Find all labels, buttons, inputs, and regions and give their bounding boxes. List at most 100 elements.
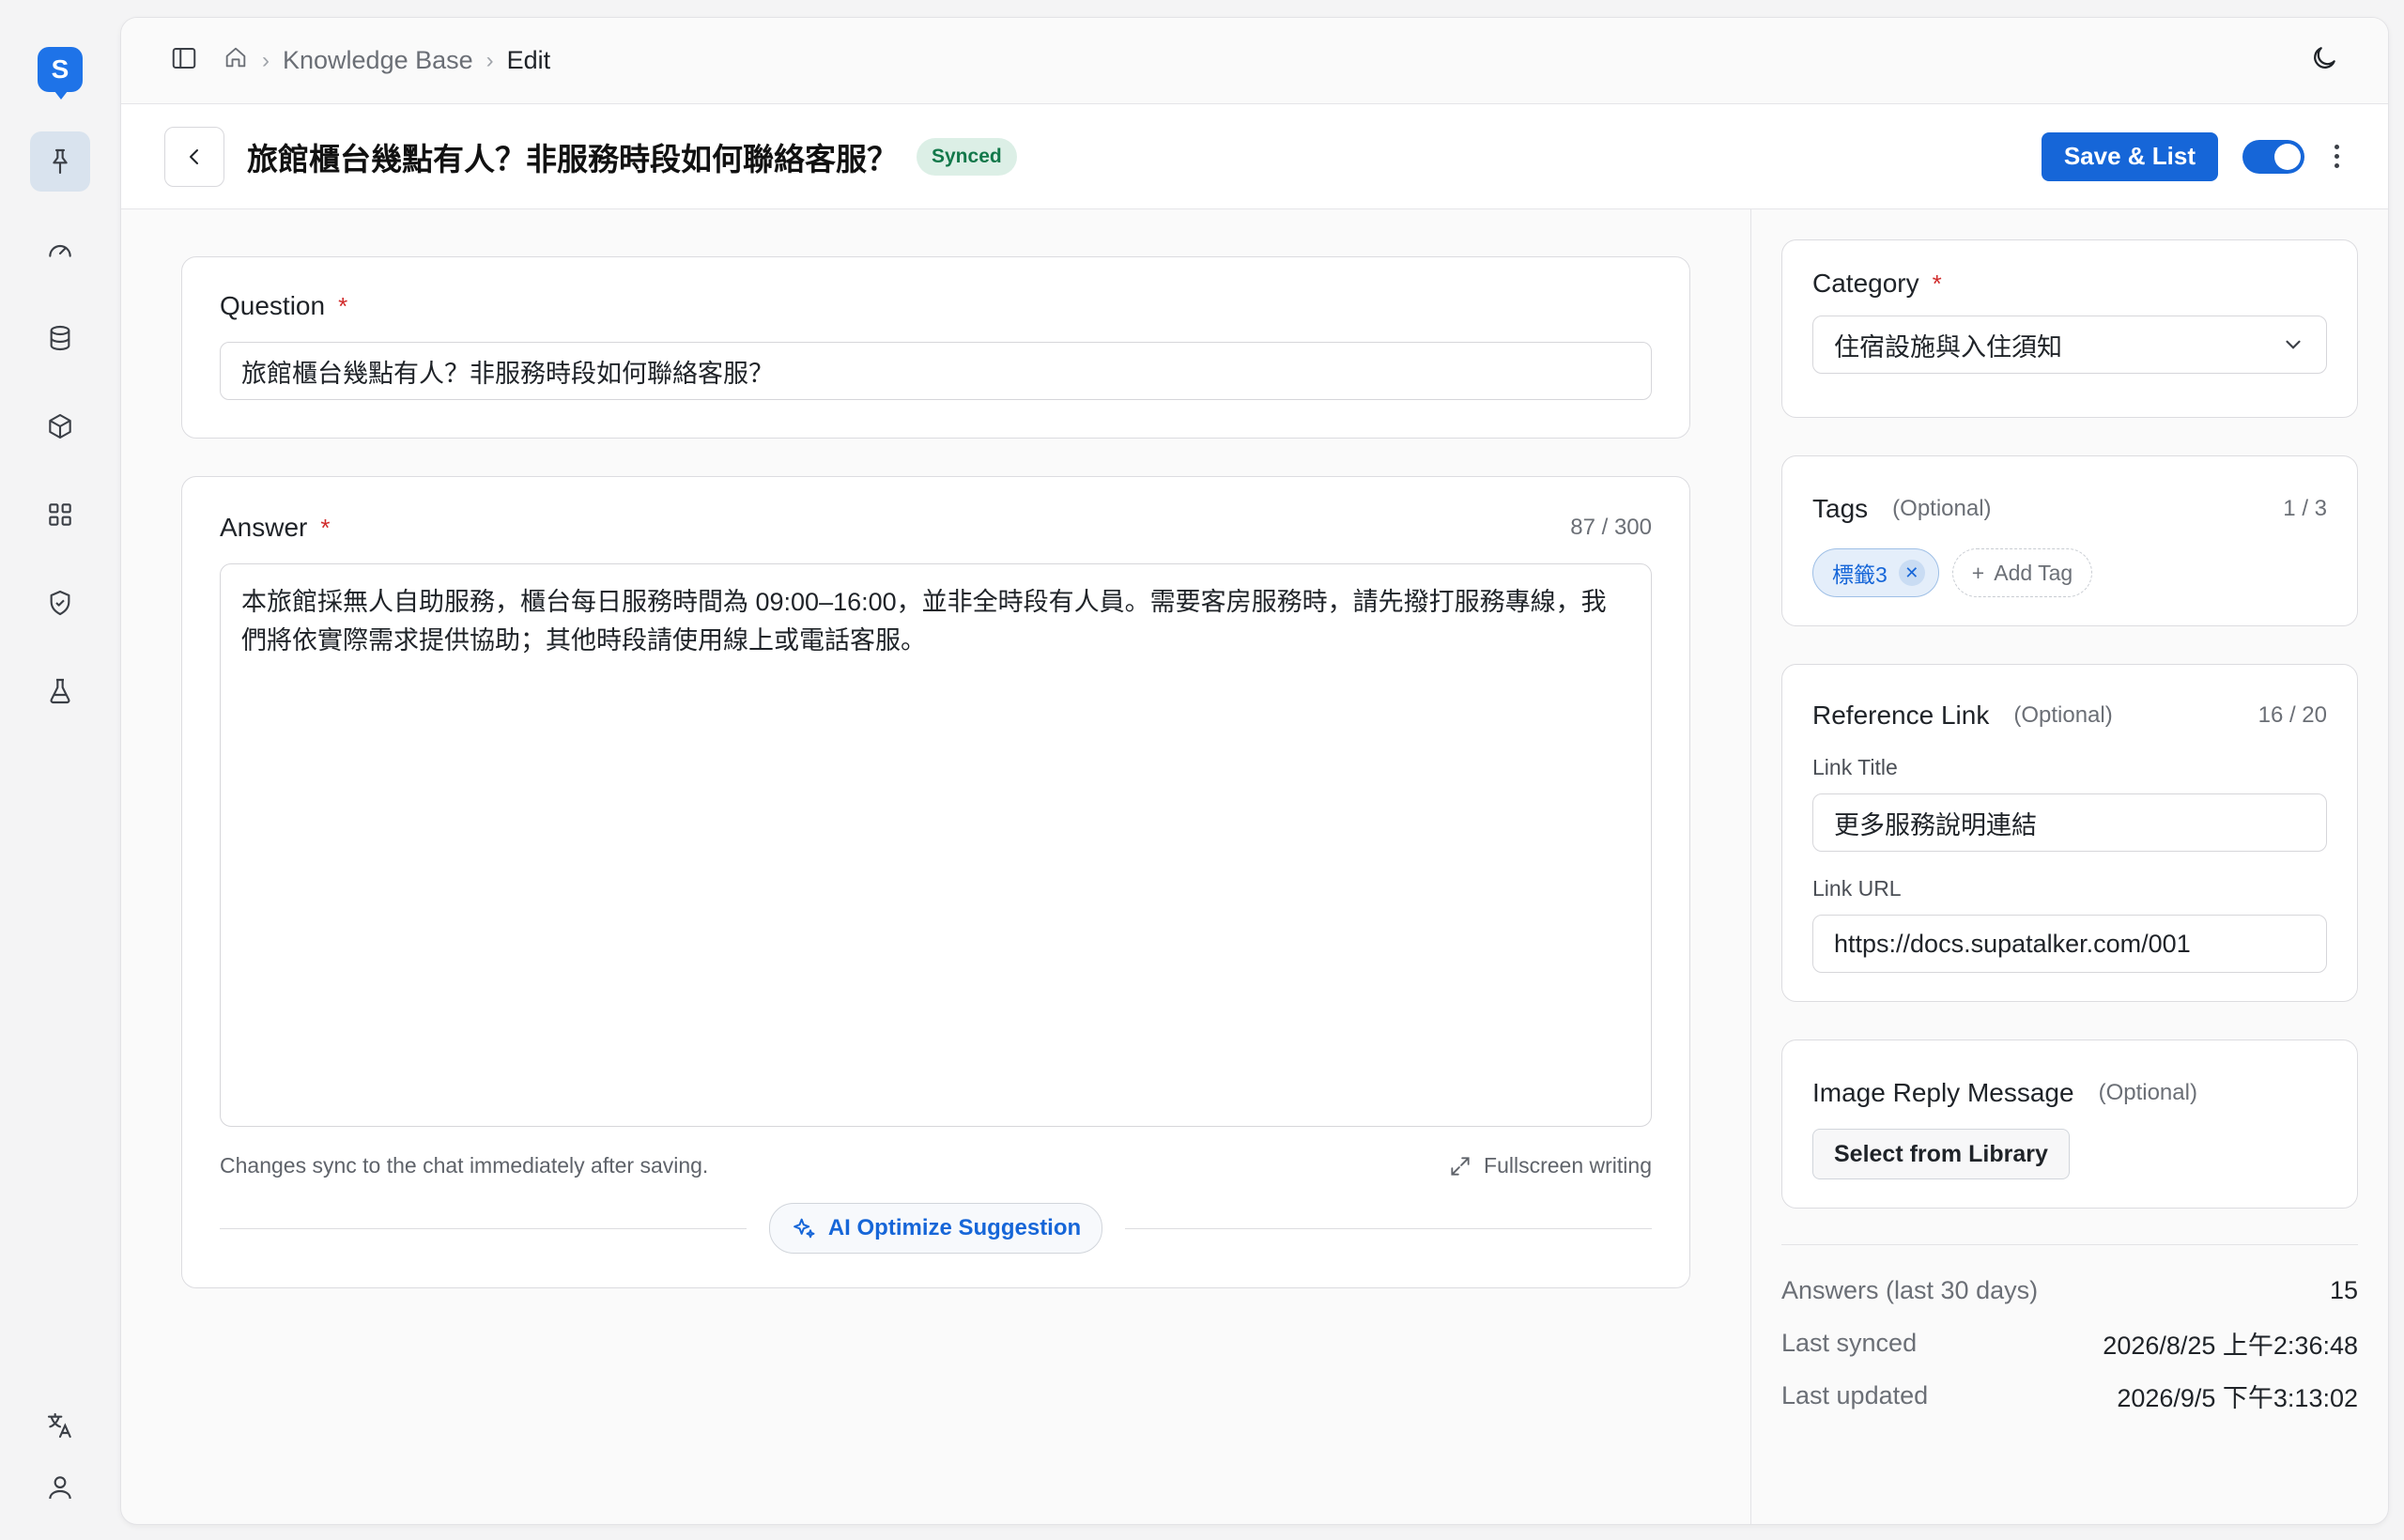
rail-bottom — [30, 1407, 90, 1506]
title-bar: 旅館櫃台幾點有人？非服務時段如何聯絡客服？ Synced Save & List — [121, 104, 2388, 209]
question-label-row: Question * — [220, 291, 1652, 321]
database-icon[interactable] — [30, 308, 90, 368]
tags-label-row: Tags (Optional) 1 / 3 — [1812, 494, 2327, 524]
reference-label-row: Reference Link (Optional) 16 / 20 — [1812, 701, 2327, 731]
ai-row: AI Optimize Suggestion — [220, 1203, 1652, 1254]
chevron-right-icon: › — [262, 47, 270, 73]
breadcrumb-edit: Edit — [506, 46, 551, 74]
expand-icon — [1451, 1156, 1470, 1176]
required-mark: * — [1932, 269, 1942, 298]
save-and-list-button[interactable]: Save & List — [2041, 131, 2218, 181]
chevron-left-icon — [190, 148, 198, 164]
sync-helper-text: Changes sync to the chat immediately aft… — [220, 1153, 709, 1178]
category-label-row: Category * — [1812, 269, 2327, 299]
add-tag-button[interactable]: + Add Tag — [1951, 548, 2093, 597]
question-card: Question * 旅館櫃台幾點有人？非服務時段如何聯絡客服？ — [181, 256, 1690, 439]
answer-counter: 87 / 300 — [1570, 515, 1652, 540]
required-mark: * — [338, 291, 348, 320]
remove-tag-icon[interactable]: ✕ — [1898, 560, 1925, 586]
more-options-icon[interactable] — [2329, 145, 2345, 168]
link-title-input[interactable]: 更多服務說明連結 — [1812, 793, 2327, 852]
sidebar-toggle-icon[interactable] — [170, 44, 198, 77]
add-tag-label: Add Tag — [1994, 560, 2073, 585]
top-bar: › Knowledge Base › Edit — [121, 18, 2388, 104]
chevron-right-icon: › — [485, 47, 494, 73]
question-input[interactable]: 旅館櫃台幾點有人？非服務時段如何聯絡客服？ — [220, 342, 1652, 400]
reference-counter: 16 / 20 — [2258, 702, 2327, 728]
rail-nav — [30, 131, 90, 721]
stat-key: Last updated — [1781, 1380, 1929, 1409]
required-mark: * — [320, 513, 331, 542]
home-icon[interactable] — [223, 44, 249, 77]
tags-card: Tags (Optional) 1 / 3 標籤3 ✕ + Add Tag — [1781, 455, 2358, 626]
divider — [220, 1227, 747, 1229]
answer-label-row: Answer * 87 / 300 — [220, 513, 1652, 543]
stat-value: 2026/8/25 上午2:36:48 — [2103, 1331, 2358, 1360]
select-from-library-button[interactable]: Select from Library — [1812, 1129, 2070, 1179]
tag-label: 標籤3 — [1832, 562, 1888, 587]
answer-label: Answer — [220, 513, 308, 542]
ai-optimize-label: AI Optimize Suggestion — [827, 1215, 1082, 1240]
page-title: 旅館櫃台幾點有人？非服務時段如何聯絡客服？ — [247, 141, 898, 177]
breadcrumb: › Knowledge Base › Edit — [223, 44, 550, 77]
image-reply-label: Image Reply Message — [1812, 1078, 2074, 1107]
app-rail: S — [0, 0, 120, 1540]
ai-optimize-button[interactable]: AI Optimize Suggestion — [768, 1203, 1103, 1254]
tag-chip[interactable]: 標籤3 ✕ — [1812, 548, 1939, 597]
optional-text: (Optional) — [2098, 1080, 2197, 1105]
stat-key: Last synced — [1781, 1328, 1918, 1357]
stat-row: Last synced 2026/8/25 上午2:36:48 — [1781, 1317, 2358, 1369]
settings-column: Category * 住宿設施與入住須知 Tags (Optional) 1 /… — [1751, 209, 2388, 1524]
stat-row: Answers (last 30 days) 15 — [1781, 1264, 2358, 1317]
link-url-label: Link URL — [1812, 876, 1902, 901]
reference-link-card: Reference Link (Optional) 16 / 20 Link T… — [1781, 664, 2358, 1002]
category-select[interactable]: 住宿設施與入住須知 — [1812, 316, 2327, 374]
plus-icon: + — [1971, 560, 1985, 585]
stat-key: Answers (last 30 days) — [1781, 1275, 2039, 1304]
sparkle-icon — [793, 1218, 815, 1239]
pin-icon[interactable] — [30, 131, 90, 192]
flask-icon[interactable] — [30, 661, 90, 721]
stats-list: Answers (last 30 days) 15 Last synced 20… — [1781, 1244, 2358, 1422]
link-url-input[interactable]: https://docs.supatalker.com/001 — [1812, 915, 2327, 973]
fullscreen-label: Fullscreen writing — [1484, 1153, 1652, 1178]
gauge-icon[interactable] — [30, 220, 90, 280]
image-reply-card: Image Reply Message (Optional) Select fr… — [1781, 1040, 2358, 1209]
title-actions: Save & List — [2041, 131, 2345, 181]
category-label: Category — [1812, 269, 1919, 298]
reference-link-label: Reference Link — [1812, 701, 1990, 730]
chevron-down-icon — [2286, 340, 2301, 349]
main-panel: › Knowledge Base › Edit 旅館櫃台幾點有人？非服務時段如何… — [120, 17, 2389, 1525]
stat-value: 2026/9/5 下午3:13:02 — [2117, 1383, 2358, 1412]
stat-row: Last updated 2026/9/5 下午3:13:02 — [1781, 1369, 2358, 1422]
stat-value: 15 — [2329, 1275, 2358, 1304]
category-card: Category * 住宿設施與入住須知 — [1781, 239, 2358, 418]
fullscreen-writing-button[interactable]: Fullscreen writing — [1448, 1153, 1652, 1178]
tags-label: Tags — [1812, 494, 1869, 523]
editor-column: Question * 旅館櫃台幾點有人？非服務時段如何聯絡客服？ Answer … — [121, 209, 1751, 1524]
logo-letter: S — [51, 54, 69, 84]
breadcrumb-knowledge-base[interactable]: Knowledge Base — [283, 46, 473, 75]
category-value: 住宿設施與入住須知 — [1834, 332, 2062, 362]
link-title-label: Link Title — [1812, 755, 1898, 779]
answer-textarea[interactable]: 本旅館採無人自助服務，櫃台每日服務時間為 09:00–16:00，並非全時段有人… — [220, 563, 1652, 1127]
question-label: Question — [220, 291, 326, 320]
tag-list: 標籤3 ✕ + Add Tag — [1812, 548, 2327, 597]
app-logo[interactable]: S — [38, 47, 83, 100]
shield-check-icon[interactable] — [30, 573, 90, 633]
content: Question * 旅館櫃台幾點有人？非服務時段如何聯絡客服？ Answer … — [121, 209, 2388, 1524]
cube-icon[interactable] — [30, 396, 90, 456]
optional-text: (Optional) — [2013, 702, 2113, 728]
optional-text: (Optional) — [1892, 496, 1992, 521]
status-badge: Synced — [917, 137, 1017, 176]
translate-icon[interactable] — [30, 1407, 90, 1444]
divider — [1125, 1227, 1652, 1229]
user-icon[interactable] — [30, 1469, 90, 1506]
answer-helper-row: Changes sync to the chat immediately aft… — [220, 1153, 1652, 1178]
moon-icon[interactable] — [2309, 43, 2339, 78]
answer-card: Answer * 87 / 300 本旅館採無人自助服務，櫃台每日服務時間為 0… — [181, 476, 1690, 1288]
grid-icon[interactable] — [30, 485, 90, 545]
enabled-toggle[interactable] — [2242, 139, 2304, 174]
back-button[interactable] — [164, 126, 224, 187]
image-reply-label-row: Image Reply Message (Optional) — [1812, 1078, 2327, 1108]
